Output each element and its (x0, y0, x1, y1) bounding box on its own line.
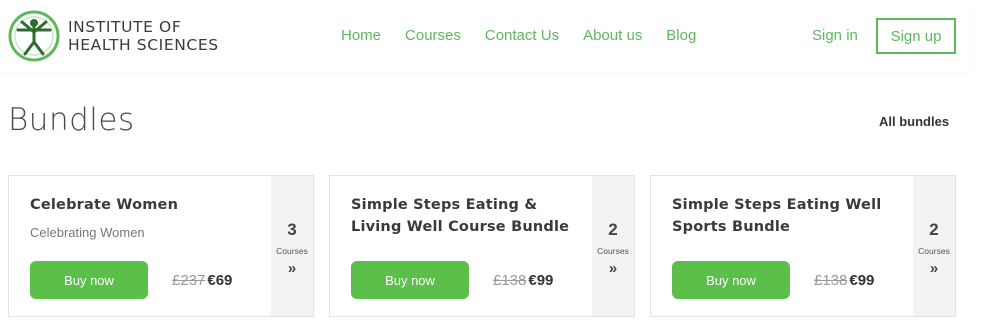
logo-line-2: HEALTH SCIENCES (68, 36, 219, 54)
bundle-course-count-panel[interactable]: 2 Courses » (592, 176, 634, 316)
bundle-title[interactable]: Simple Steps Eating Well Sports Bundle (672, 194, 907, 238)
bundle-subtitle: Celebrating Women (30, 225, 145, 240)
main-nav: Home Courses Contact Us About us Blog (341, 27, 720, 44)
sign-up-button[interactable]: Sign up (876, 18, 956, 54)
double-chevron-right-icon[interactable]: » (271, 260, 313, 277)
buy-now-button[interactable]: Buy now (30, 261, 148, 299)
bundle-card-main: Simple Steps Eating & Living Well Course… (330, 176, 592, 316)
bundle-price: £237 €69 (172, 272, 232, 289)
sign-in-link[interactable]: Sign in (812, 27, 858, 44)
bundle-course-count-panel[interactable]: 3 Courses » (271, 176, 313, 316)
bundle-title[interactable]: Simple Steps Eating & Living Well Course… (351, 194, 586, 238)
bundle-course-count-panel[interactable]: 2 Courses » (913, 176, 955, 316)
site-logo[interactable]: INSTITUTE OF HEALTH SCIENCES (8, 10, 219, 62)
bundle-card[interactable]: Simple Steps Eating & Living Well Course… (329, 175, 635, 317)
new-price: €69 (207, 272, 233, 289)
double-chevron-right-icon[interactable]: » (592, 260, 634, 277)
page-title: Bundles (8, 102, 135, 138)
bundle-title[interactable]: Celebrate Women (30, 194, 265, 216)
logo-line-1: INSTITUTE OF (68, 18, 182, 36)
old-price: £138 (493, 272, 527, 289)
nav-blog[interactable]: Blog (666, 27, 696, 44)
bundle-card[interactable]: Simple Steps Eating Well Sports Bundle B… (650, 175, 956, 317)
nav-about-us[interactable]: About us (583, 27, 642, 44)
course-count-label: Courses (276, 246, 308, 256)
double-chevron-right-icon[interactable]: » (913, 260, 955, 277)
vitruvian-logo-icon (8, 10, 60, 62)
bundle-price: £138 €99 (814, 272, 874, 289)
all-bundles-link[interactable]: All bundles (879, 114, 949, 129)
course-count: 2 (929, 220, 939, 239)
nav-courses[interactable]: Courses (405, 27, 461, 44)
course-count-label: Courses (918, 246, 950, 256)
old-price: £138 (814, 272, 848, 289)
site-header: INSTITUTE OF HEALTH SCIENCES Home Course… (0, 0, 968, 72)
new-price: €99 (849, 272, 875, 289)
course-count: 3 (287, 220, 297, 239)
buy-now-button[interactable]: Buy now (351, 261, 469, 299)
bundle-card[interactable]: Celebrate Women Celebrating Women Buy no… (8, 175, 314, 317)
bundle-card-main: Simple Steps Eating Well Sports Bundle B… (651, 176, 913, 316)
nav-contact-us[interactable]: Contact Us (485, 27, 559, 44)
logo-text: INSTITUTE OF HEALTH SCIENCES (68, 18, 219, 54)
course-count: 2 (608, 220, 618, 239)
buy-now-button[interactable]: Buy now (672, 261, 790, 299)
new-price: €99 (528, 272, 554, 289)
nav-home[interactable]: Home (341, 27, 381, 44)
bundle-card-main: Celebrate Women Celebrating Women Buy no… (9, 176, 271, 316)
old-price: £237 (172, 272, 206, 289)
course-count-label: Courses (597, 246, 629, 256)
bundle-price: £138 €99 (493, 272, 553, 289)
